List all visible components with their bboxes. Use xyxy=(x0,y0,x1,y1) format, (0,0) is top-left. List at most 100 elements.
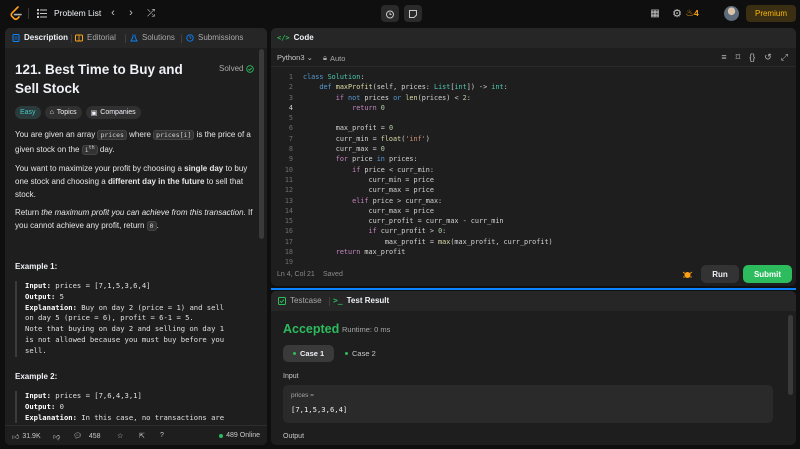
companies-button[interactable]: ▣ Companies xyxy=(85,106,141,119)
solved-status: Solved xyxy=(219,64,255,73)
runtime-text: Runtime: 0 ms xyxy=(342,325,391,334)
result-scrollbar[interactable] xyxy=(788,315,793,395)
notes-button[interactable] xyxy=(404,5,422,22)
thumbs-up-icon: 👍︎ xyxy=(12,434,20,441)
share-icon: ⇱ xyxy=(139,433,145,440)
tab-submissions[interactable]: Submissions xyxy=(186,33,243,42)
auto-mode-toggle[interactable]: 🔒︎ Auto xyxy=(323,53,345,63)
tab-editorial[interactable]: Editorial xyxy=(75,33,116,42)
description-paragraph-1: You are given an array prices where pric… xyxy=(15,130,251,156)
run-button[interactable]: Run xyxy=(701,265,739,283)
debug-icon[interactable] xyxy=(682,269,693,280)
alarm-clock-icon xyxy=(386,10,394,18)
tab-description[interactable]: Description xyxy=(12,33,68,42)
description-paragraph-3: Return the maximum profit you can achiev… xyxy=(15,208,253,231)
online-dot-icon xyxy=(219,433,224,438)
tab-test-result[interactable]: >_ Test Result xyxy=(333,296,389,305)
streak-count[interactable]: 4 xyxy=(694,8,699,18)
terminal-icon: >_ xyxy=(333,296,343,305)
tab-divider xyxy=(329,297,330,306)
description-footer: 👍︎ 31.9K 👎︎ 💬︎ 458 ☆ ⇱ ? 489 Online xyxy=(5,425,267,445)
example-1-title: Example 1: xyxy=(15,262,58,271)
thumbs-down-icon: 👎︎ xyxy=(53,434,61,441)
help-button[interactable]: ? xyxy=(160,432,164,439)
code-header: </> Code xyxy=(271,28,796,48)
expand-icon[interactable]: ⤢ xyxy=(781,52,788,63)
star-icon: ☆ xyxy=(117,433,124,440)
leetcode-logo-icon[interactable] xyxy=(9,6,23,21)
online-count: 489 Online xyxy=(219,432,260,439)
question-icon: ? xyxy=(160,432,164,439)
verdict-text: Accepted xyxy=(283,322,340,336)
favorite-button[interactable]: ☆ xyxy=(117,432,123,440)
code-tab[interactable]: </> Code xyxy=(277,33,314,42)
output-label: Output xyxy=(283,433,305,440)
description-panel: Description Editorial Solutions Submissi… xyxy=(5,28,267,445)
case-tab-1[interactable]: Case 1 xyxy=(283,345,335,362)
share-button[interactable]: ⇱ xyxy=(139,432,145,440)
grid-layout-icon[interactable]: ▦ xyxy=(649,7,661,19)
input-value-box: prices = [7,1,5,3,6,4] xyxy=(283,385,773,423)
code-panel: </> Code Python3 ⌄ 🔒︎ Auto ≡ ⌑ {} ↺ ⤢ 12… xyxy=(271,28,796,286)
tab-solutions[interactable]: Solutions xyxy=(130,33,175,42)
submit-button[interactable]: Submit xyxy=(743,265,792,283)
tag-icon: ⌂ xyxy=(49,109,54,116)
description-tabs: Description Editorial Solutions Submissi… xyxy=(5,28,267,48)
panel-resize-handle[interactable] xyxy=(271,288,796,290)
editor-toolbar: Python3 ⌄ 🔒︎ Auto ≡ ⌑ {} ↺ ⤢ xyxy=(271,49,796,67)
lock-icon: 🔒︎ xyxy=(323,53,327,62)
language-select[interactable]: Python3 ⌄ xyxy=(277,53,313,62)
check-circle-icon xyxy=(246,64,255,73)
code-lines[interactable]: class Solution: def maxProfit(self, pric… xyxy=(303,72,553,257)
tab-testcase[interactable]: Testcase xyxy=(278,296,322,305)
tab-divider xyxy=(71,34,72,43)
comment-icon: 💬︎ xyxy=(73,433,82,440)
note-icon xyxy=(409,9,417,18)
timer-button[interactable] xyxy=(381,5,399,22)
example-2-box: Input: prices = [7,6,4,3,1] Output: 0 Ex… xyxy=(15,391,258,424)
braces-icon[interactable]: {} xyxy=(749,52,755,63)
problem-tags: Easy ⌂ Topics ▣ Companies xyxy=(15,106,141,119)
problem-list-link[interactable]: Problem List xyxy=(54,8,101,18)
reset-icon[interactable]: ↺ xyxy=(764,52,772,63)
input-var-name: prices = xyxy=(291,392,314,399)
difficulty-badge[interactable]: Easy xyxy=(15,106,41,119)
format-icon[interactable]: ≡ xyxy=(721,52,726,63)
pass-dot-icon xyxy=(293,352,296,355)
problem-header: 121. Best Time to Buy and Sell Stock Sol… xyxy=(15,60,258,98)
chevron-down-icon: ⌄ xyxy=(306,53,313,62)
lock-icon: ▣ xyxy=(90,109,98,117)
input-label: Input xyxy=(283,373,299,380)
book-icon xyxy=(75,34,83,41)
document-icon xyxy=(12,33,20,42)
code-brackets-icon: </> xyxy=(277,33,290,42)
tab-divider xyxy=(125,34,126,43)
topics-button[interactable]: ⌂ Topics xyxy=(44,106,82,119)
save-status: Saved xyxy=(323,271,343,278)
history-icon xyxy=(186,33,194,42)
flask-icon xyxy=(130,34,138,41)
code-editor[interactable]: 1 2 3 4 5 6 7 8 9 10 11 12 13 14 15 16 17 18 19 class Solu… xyxy=(271,72,796,266)
comments-button[interactable]: 💬︎ 458 xyxy=(73,432,101,441)
page-title: 121. Best Time to Buy and Sell Stock xyxy=(15,62,183,96)
description-scrollbar[interactable] xyxy=(259,49,264,239)
bookmark-icon[interactable]: ⌑ xyxy=(736,52,741,63)
dislike-button[interactable]: 👎︎ xyxy=(53,432,60,441)
problem-list-icon[interactable] xyxy=(37,9,47,18)
example-1-box: Input: prices = [7,1,5,3,6,4] Output: 5 … xyxy=(15,281,258,357)
like-button[interactable]: 👍︎ 31.9K xyxy=(12,432,41,441)
description-paragraph-2: You want to maximize your profit by choo… xyxy=(15,164,248,199)
chevron-right-icon[interactable]: › xyxy=(125,7,137,19)
input-var-value: [7,1,5,3,6,4] xyxy=(291,405,348,414)
topbar-divider xyxy=(28,8,29,19)
avatar[interactable] xyxy=(724,6,739,21)
case-tab-2[interactable]: Case 2 xyxy=(335,345,386,362)
pass-dot-icon xyxy=(345,352,348,355)
cursor-position: Ln 4, Col 21 xyxy=(277,271,315,278)
shuffle-icon[interactable]: ⤮ xyxy=(145,7,157,19)
example-2-title: Example 2: xyxy=(15,372,58,381)
chevron-left-icon[interactable]: ‹ xyxy=(107,7,119,19)
premium-button[interactable]: Premium xyxy=(746,5,796,22)
top-bar: Problem List ‹ › ⤮ ▦ ⚙ ♨ 4 Premium xyxy=(0,0,800,27)
gear-icon[interactable]: ⚙ xyxy=(671,7,683,20)
